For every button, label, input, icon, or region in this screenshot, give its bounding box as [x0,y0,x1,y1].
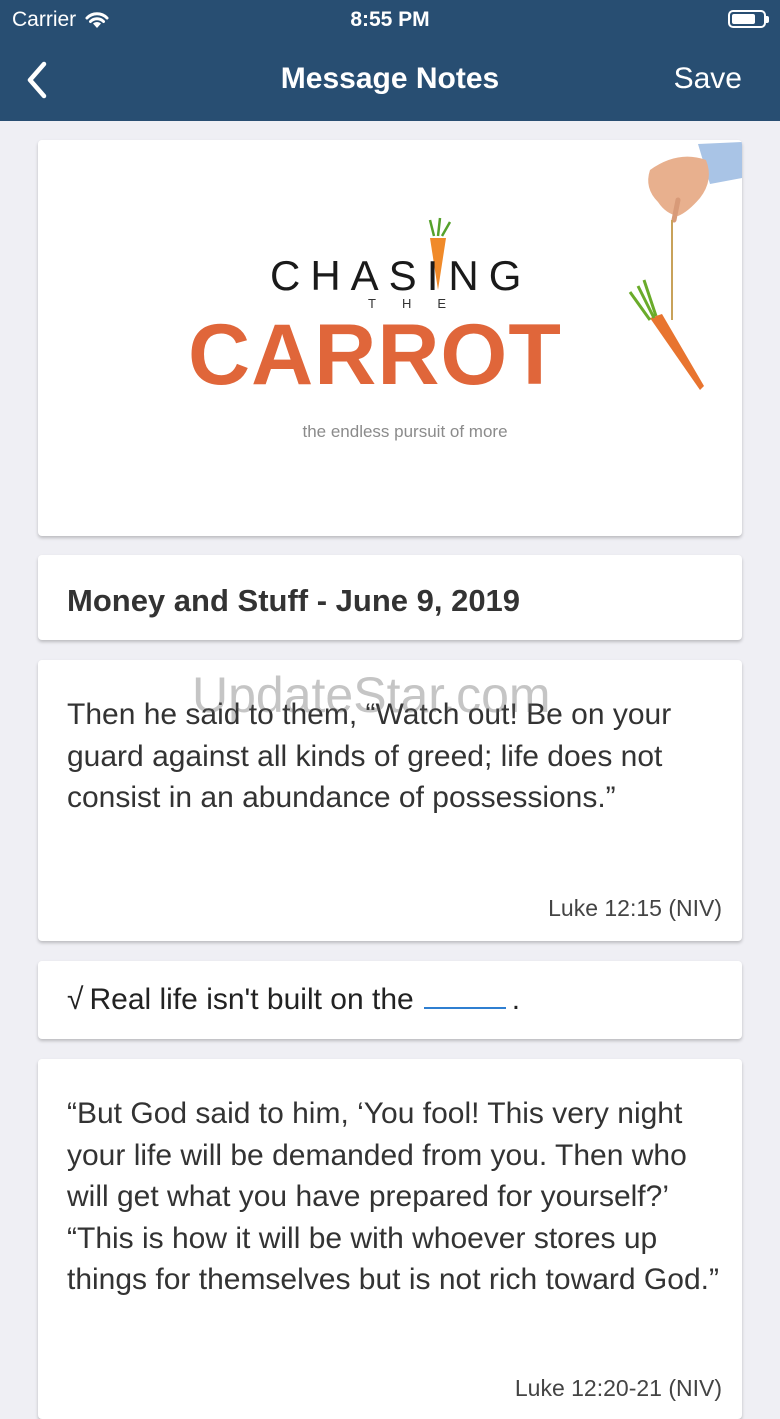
banner-tagline: the endless pursuit of more [302,422,508,441]
page-title: Message Notes [280,62,500,95]
fill-in-period: . [511,983,521,1016]
scripture-text: Then he said to them, “Watch out! Be on … [67,698,672,814]
fill-in-text: Real life isn't built on the [89,983,414,1016]
scripture-card: Then he said to them, “Watch out! Be on … [38,660,742,941]
fill-in-row: √ Real life isn't built on the . [67,983,520,1017]
app-header: Carrier 8:55 PM Message Notes Save [0,0,780,121]
sermon-title-card: Money and Stuff - June 9, 2019 [38,555,742,640]
status-time: 8:55 PM [350,8,430,31]
navigation-bar: Message Notes Save [0,40,780,121]
check-icon: √ [67,983,84,1016]
fill-in-blank[interactable] [423,991,506,1009]
scripture-reference: Luke 12:20-21 (NIV) [514,1375,722,1401]
sermon-series-banner: CHASING THE CARROT the endless pursuit o… [38,140,742,536]
battery-icon [728,10,769,28]
scripture-card: “But God said to him, ‘You fool! This ve… [38,1059,742,1419]
status-bar: Carrier 8:55 PM [0,0,780,40]
scripture-text: “But God said to him, ‘You fool! This ve… [67,1097,719,1296]
logo-carrot: CARROT [188,307,562,403]
sermon-title: Money and Stuff - June 9, 2019 [67,583,521,618]
logo-chasing: CHASING [270,252,532,299]
scripture-reference: Luke 12:15 (NIV) [548,895,722,921]
save-button[interactable]: Save [674,62,742,96]
battery-level [732,14,755,24]
fill-in-note-card: √ Real life isn't built on the . [38,961,742,1039]
